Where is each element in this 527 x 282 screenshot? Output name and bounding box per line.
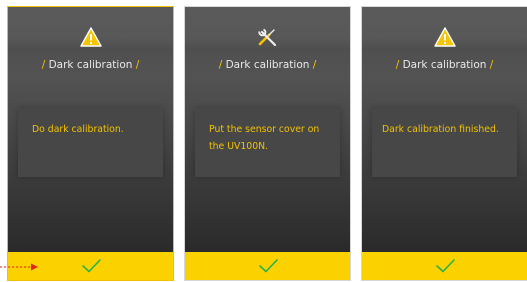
- screen-title: / Dark calibration /: [8, 59, 173, 71]
- confirm-button[interactable]: [185, 252, 350, 280]
- screen-put-sensor-cover: / Dark calibration / Put the sensor cove…: [184, 6, 351, 281]
- title-text: Dark calibration: [402, 59, 487, 71]
- warning-icon: [79, 27, 102, 47]
- checkmark-icon: [435, 259, 455, 273]
- title-text: Dark calibration: [48, 59, 133, 71]
- screen-title: / Dark calibration /: [362, 59, 527, 71]
- message-text: Dark calibration finished.: [382, 124, 499, 135]
- title-slash-right: /: [312, 59, 317, 71]
- message-box: Do dark calibration.: [18, 108, 163, 177]
- title-slash-left: /: [218, 59, 223, 71]
- message-text: Put the sensor cover on the UV100N.: [209, 124, 320, 152]
- warning-icon: [433, 27, 456, 47]
- checkmark-icon: [258, 259, 278, 273]
- calibration-steps-stage: / Dark calibration / Do dark calibration…: [0, 0, 527, 282]
- message-box: Dark calibration finished.: [372, 108, 517, 177]
- screen-title: / Dark calibration /: [185, 59, 350, 71]
- checkmark-icon: [81, 259, 101, 273]
- screen-do-dark-calibration: / Dark calibration / Do dark calibration…: [7, 6, 174, 281]
- confirm-button[interactable]: [362, 252, 527, 280]
- screen-calibration-finished: / Dark calibration / Dark calibration fi…: [361, 6, 527, 281]
- title-slash-right: /: [135, 59, 140, 71]
- dashed-arrow-icon: [0, 263, 38, 271]
- tools-icon: [257, 28, 276, 47]
- title-slash-left: /: [395, 59, 400, 71]
- message-box: Put the sensor cover on the UV100N.: [195, 108, 340, 177]
- title-slash-right: /: [489, 59, 494, 71]
- title-slash-left: /: [41, 59, 46, 71]
- message-text: Do dark calibration.: [32, 124, 124, 135]
- title-text: Dark calibration: [225, 59, 310, 71]
